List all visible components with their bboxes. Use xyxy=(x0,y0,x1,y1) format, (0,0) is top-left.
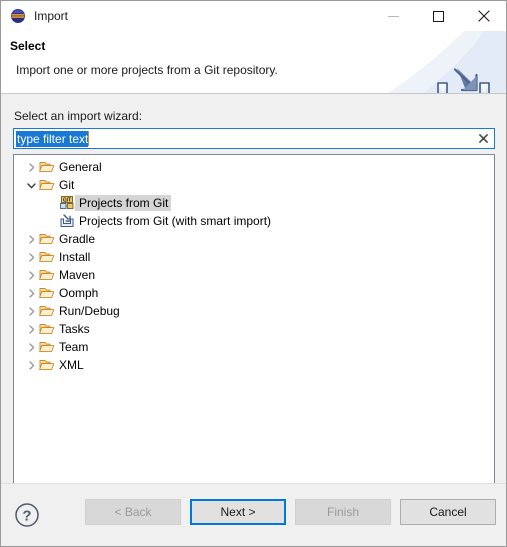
next-button[interactable]: Next > xyxy=(190,499,286,525)
chevron-right-icon[interactable] xyxy=(23,338,39,356)
tree-item-label: XML xyxy=(59,358,84,372)
filter-input-value: type filter text xyxy=(16,130,89,147)
wizard-header: Select Import one or more projects from … xyxy=(1,31,506,94)
search-input[interactable]: type filter text xyxy=(14,129,472,148)
folder-icon xyxy=(39,303,55,319)
folder-icon xyxy=(39,159,55,175)
title-bar: Import xyxy=(1,1,506,31)
wizard-buttons: < Back Next > Finish Cancel xyxy=(85,499,496,525)
folder-icon xyxy=(39,249,55,265)
tree-item[interactable]: XML xyxy=(14,356,494,374)
tree-item-label: Oomph xyxy=(59,286,99,300)
tree-item-label: Gradle xyxy=(59,232,96,246)
folder-icon xyxy=(39,177,55,193)
svg-text:?: ? xyxy=(22,508,31,525)
tree-item-label: Projects from Git (with smart import) xyxy=(79,214,272,228)
svg-text:GIT: GIT xyxy=(63,197,71,203)
maximize-button[interactable] xyxy=(416,1,461,31)
window-controls xyxy=(371,1,506,31)
back-button: < Back xyxy=(85,499,181,525)
tree-item[interactable]: GIT Projects from Git xyxy=(14,194,494,212)
tree-item-label: Team xyxy=(59,340,89,354)
folder-icon xyxy=(39,267,55,283)
close-button[interactable] xyxy=(461,1,506,31)
folder-icon xyxy=(39,321,55,337)
cancel-button[interactable]: Cancel xyxy=(400,499,496,525)
chevron-right-icon[interactable] xyxy=(23,320,39,338)
chevron-right-icon[interactable] xyxy=(23,284,39,302)
import-wizard-dialog: Import Select Import one or more project… xyxy=(0,0,507,547)
chevron-right-icon[interactable] xyxy=(23,302,39,320)
filter-field-label: Select an import wizard: xyxy=(14,109,143,123)
help-question-icon[interactable]: ? xyxy=(13,501,41,529)
page-title: Select xyxy=(10,39,46,53)
filter-input-container[interactable]: type filter text xyxy=(13,128,495,149)
tree-item[interactable]: Install xyxy=(14,248,494,266)
tree-item-label: General xyxy=(59,160,102,174)
tree-item[interactable]: Maven xyxy=(14,266,494,284)
tree-item-label: Projects from Git xyxy=(75,195,172,211)
dialog-footer: ? < Back Next > Finish Cancel xyxy=(1,483,506,546)
import-wizard-icon xyxy=(435,66,492,93)
folder-icon xyxy=(39,231,55,247)
tree-item-label: Tasks xyxy=(59,322,90,336)
folder-icon xyxy=(39,339,55,355)
tree-item[interactable]: Gradle xyxy=(14,230,494,248)
chevron-right-icon[interactable] xyxy=(23,266,39,284)
chevron-right-icon[interactable] xyxy=(23,230,39,248)
dialog-body: Select an import wizard: type filter tex… xyxy=(1,94,506,515)
tree-item-label: Install xyxy=(59,250,91,264)
text-caret xyxy=(88,131,90,146)
smart-import-icon xyxy=(59,213,75,229)
git-wizard-icon: GIT xyxy=(59,195,75,211)
window-title: Import xyxy=(34,9,69,23)
folder-icon xyxy=(39,285,55,301)
tree-item[interactable]: Tasks xyxy=(14,320,494,338)
folder-icon xyxy=(39,357,55,373)
chevron-right-icon[interactable] xyxy=(23,158,39,176)
tree-item-label: Maven xyxy=(59,268,96,282)
tree-item-label: Git xyxy=(59,178,75,192)
clear-x-icon[interactable] xyxy=(472,129,494,148)
tree-item[interactable]: Projects from Git (with smart import) xyxy=(14,212,494,230)
chevron-right-icon[interactable] xyxy=(23,248,39,266)
tree-item[interactable]: General xyxy=(14,158,494,176)
minimize-button[interactable] xyxy=(371,1,416,31)
tree-item[interactable]: Oomph xyxy=(14,284,494,302)
tree-item-label: Run/Debug xyxy=(59,304,120,318)
chevron-right-icon[interactable] xyxy=(23,356,39,374)
finish-button: Finish xyxy=(295,499,391,525)
tree-item[interactable]: Team xyxy=(14,338,494,356)
page-description: Import one or more projects from a Git r… xyxy=(16,63,278,77)
import-wizard-tree[interactable]: General Git GIT Projects from Git Projects f… xyxy=(13,154,495,515)
tree-item[interactable]: Run/Debug xyxy=(14,302,494,320)
eclipse-icon xyxy=(10,8,26,24)
tree-item[interactable]: Git xyxy=(14,176,494,194)
chevron-down-icon[interactable] xyxy=(23,176,39,194)
